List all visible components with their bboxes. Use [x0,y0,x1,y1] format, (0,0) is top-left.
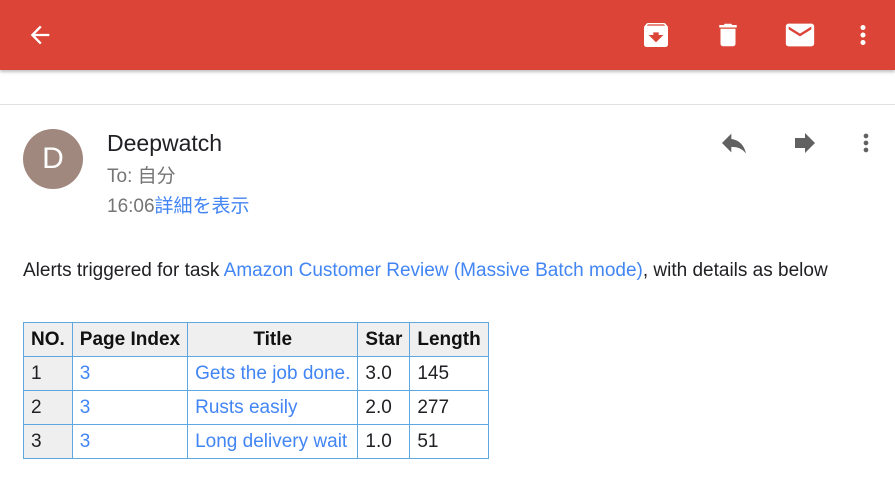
divider [0,104,895,105]
more-vert-icon[interactable] [848,125,884,161]
header-length: Length [409,322,489,357]
cell-no: 3 [23,424,73,459]
header-page-index: Page Index [71,322,189,357]
cell-page-link[interactable]: 3 [71,390,189,425]
table-row: 1 3 Gets the job done. 3.0 145 [23,356,489,391]
avatar[interactable]: D [23,129,83,189]
archive-icon[interactable] [638,17,674,53]
cell-no: 1 [23,356,73,391]
mark-unread-icon[interactable] [782,17,818,53]
recipient-line: To: 自分 [107,166,176,187]
reply-icon[interactable] [716,125,752,161]
app-bar [0,0,895,70]
body-intro: Alerts triggered for task [23,260,224,281]
cell-page-link[interactable]: 3 [71,424,189,459]
more-vert-icon[interactable] [845,17,881,53]
header-star: Star [357,322,411,357]
sender-name: Deepwatch [107,130,223,156]
cell-length: 51 [409,424,489,459]
cell-length: 145 [409,356,489,391]
task-link[interactable]: Amazon Customer Review (Massive Batch mo… [224,260,643,281]
header-title: Title [187,322,359,357]
table-header-row: NO. Page Index Title Star Length [23,322,489,357]
body-suffix: , with details as below [642,260,828,281]
cell-title-link[interactable]: Rusts easily [187,390,359,425]
cell-length: 277 [409,390,489,425]
cell-page-link[interactable]: 3 [71,356,189,391]
time-line: 16:06詳細を表示 [107,191,250,218]
table-row: 3 3 Long delivery wait 1.0 51 [23,424,489,459]
alerts-table: NO. Page Index Title Star Length 1 3 Get… [23,322,489,459]
header-no: NO. [23,322,73,357]
forward-icon[interactable] [787,125,823,161]
delete-icon[interactable] [710,17,746,53]
cell-title-link[interactable]: Gets the job done. [187,356,359,391]
back-arrow-icon[interactable] [22,17,58,53]
show-details-link[interactable]: 詳細を表示 [155,196,250,217]
cell-title-link[interactable]: Long delivery wait [187,424,359,459]
cell-star: 1.0 [357,424,411,459]
cell-star: 3.0 [357,356,411,391]
cell-star: 2.0 [357,390,411,425]
table-row: 2 3 Rusts easily 2.0 277 [23,390,489,425]
timestamp: 16:06 [107,196,155,217]
message-body: Alerts triggered for task Amazon Custome… [23,259,863,283]
cell-no: 2 [23,390,73,425]
